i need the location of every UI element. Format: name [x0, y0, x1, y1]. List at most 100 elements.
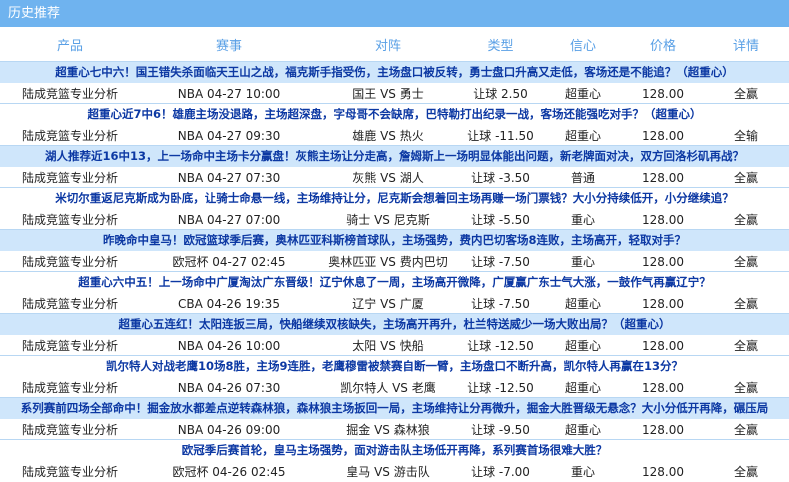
- recommendation-row: 米切尔重返尼克斯成为卧底，让骑士命悬一线，主场维持让分，尼克斯会想着回主场再赚一…: [0, 187, 789, 230]
- result-cell[interactable]: 全赢: [703, 463, 789, 480]
- result-cell[interactable]: 全赢: [703, 85, 789, 102]
- recommendation-title-link[interactable]: 凯尔特人对战老鹰10场8胜，主场9连胜，老鹰穆雷被禁赛自断一臂，主场盘口不断升高…: [0, 355, 789, 377]
- result-cell[interactable]: 全赢: [703, 421, 789, 438]
- match-cell: NBA 04-26 09:00: [177, 422, 281, 437]
- recommendation-details-row: 陆成竞篮专业分析 NBA 04-26 07:30 凯尔特人 VS 老鹰 让球 -12.…: [0, 377, 789, 398]
- price-cell: 128.00: [642, 86, 684, 101]
- bet-type-cell: 让球 -7.00: [471, 465, 530, 479]
- price-cell: 128.00: [642, 380, 684, 395]
- bet-type-cell: 让球 -7.50: [471, 297, 530, 311]
- recommendation-details-row: 陆成竞篮专业分析 NBA 04-27 10:00 国王 VS 勇士 让球 2.50 超重…: [0, 83, 789, 104]
- confidence-cell: 超重心: [564, 297, 601, 311]
- recommendation-row: 超重心七中六！国王错失杀面临天王山之战，福克斯手指受伤，主场盘口被反转，勇士盘口…: [0, 61, 789, 104]
- recommendation-details-row: 陆成竞篮专业分析 NBA 04-27 07:30 灰熊 VS 湖人 让球 -3.50 普…: [0, 167, 789, 188]
- panel-title: 历史推荐: [0, 0, 789, 27]
- result-cell[interactable]: 全赢: [703, 337, 789, 354]
- recommendation-title-link[interactable]: 湖人推荐近16中13，上一场命中主场卡分赢盘！灰熊主场让分走高，詹姆斯上一场明显…: [0, 145, 789, 167]
- product-cell: 陆成竞篮专业分析: [21, 423, 118, 437]
- teams-cell: 凯尔特人 VS 老鹰: [340, 381, 436, 395]
- confidence-cell: 超重心: [564, 129, 601, 143]
- recommendation-title-link[interactable]: 米切尔重返尼克斯成为卧底，让骑士命悬一线，主场维持让分，尼克斯会想着回主场再赚一…: [0, 187, 789, 209]
- recommendation-title-link[interactable]: 系列赛前四场全部命中！掘金放水都差点逆转森林狼，森林狼主场扳回一局，主场维持让分…: [0, 397, 789, 419]
- confidence-cell: 超重心: [564, 423, 601, 437]
- teams-cell: 辽宁 VS 广厦: [352, 297, 424, 311]
- product-cell: 陆成竞篮专业分析: [21, 87, 118, 101]
- bet-type-cell: 让球 -12.50: [467, 381, 534, 395]
- match-cell: NBA 04-27 09:30: [177, 128, 281, 143]
- confidence-cell: 重心: [570, 213, 595, 227]
- column-header-matchup: 对阵: [374, 38, 401, 54]
- recommendation-row: 超重心五连红！太阳连扳三局，快船继续双核缺失，主场高开再升，杜兰特送威少一场大败…: [0, 313, 789, 356]
- match-cell: 欧冠杯 04-26 02:45: [172, 465, 286, 479]
- product-cell: 陆成竞篮专业分析: [21, 381, 118, 395]
- price-cell: 128.00: [642, 464, 684, 479]
- recommendation-row: 欧冠季后赛首轮，皇马主场强势，面对游击队主场低开再降，系列赛首场很难大胜？ 陆成竞…: [0, 439, 789, 482]
- price-cell: 128.00: [642, 170, 684, 185]
- result-cell[interactable]: 全赢: [703, 253, 789, 270]
- bet-type-cell: 让球 -7.50: [471, 255, 530, 269]
- bet-type-cell: 让球 2.50: [473, 87, 528, 101]
- teams-cell: 皇马 VS 游击队: [346, 465, 430, 479]
- confidence-cell: 超重心: [564, 381, 601, 395]
- match-cell: 欧冠杯 04-27 02:45: [172, 255, 286, 269]
- teams-cell: 掘金 VS 森林狼: [346, 423, 430, 437]
- teams-cell: 雄鹿 VS 热火: [352, 129, 424, 143]
- recommendation-title-link[interactable]: 超重心七中六！国王错失杀面临天王山之战，福克斯手指受伤，主场盘口被反转，勇士盘口…: [0, 61, 789, 83]
- price-cell: 128.00: [642, 338, 684, 353]
- recommendation-row: 昨晚命中皇马！欧冠篮球季后赛，奥林匹亚科斯榜首球队，主场强势，费内巴切客场8连败…: [0, 229, 789, 272]
- recommendation-row: 系列赛前四场全部命中！掘金放水都差点逆转森林狼，森林狼主场扳回一局，主场维持让分…: [0, 397, 789, 440]
- recommendation-details-row: 陆成竞篮专业分析 欧冠杯 04-26 02:45 皇马 VS 游击队 让球 -7.00…: [0, 461, 789, 482]
- recommendation-row: 超重心近7中6！雄鹿主场没退路，主场超深盘，字母哥不会缺席，巴特勒打出纪录一战，…: [0, 103, 789, 146]
- product-cell: 陆成竞篮专业分析: [21, 129, 118, 143]
- column-header-price: 价格: [649, 38, 676, 54]
- product-cell: 陆成竞篮专业分析: [21, 465, 118, 479]
- result-cell[interactable]: 全赢: [703, 295, 789, 312]
- recommendation-title-link[interactable]: 超重心五连红！太阳连扳三局，快船继续双核缺失，主场高开再升，杜兰特送威少一场大败…: [0, 313, 789, 335]
- price-cell: 128.00: [642, 254, 684, 269]
- price-cell: 128.00: [642, 296, 684, 311]
- column-header-row: 产品 赛事 对阵 类型 信心 价格 详情: [0, 27, 789, 61]
- bet-type-cell: 让球 -5.50: [471, 213, 530, 227]
- bet-type-cell: 让球 -12.50: [467, 339, 534, 353]
- teams-cell: 骑士 VS 尼克斯: [346, 213, 430, 227]
- confidence-cell: 普通: [570, 171, 595, 185]
- match-cell: NBA 04-26 07:30: [177, 380, 281, 395]
- bet-type-cell: 让球 -9.50: [471, 423, 530, 437]
- recommendation-row: 凯尔特人对战老鹰10场8胜，主场9连胜，老鹰穆雷被禁赛自断一臂，主场盘口不断升高…: [0, 355, 789, 398]
- confidence-cell: 重心: [570, 255, 595, 269]
- recommendation-row: 超重心六中五！上一场命中广厦淘汰广东晋级！辽宁休息了一周，主场高开微降，广厦赢广…: [0, 271, 789, 314]
- bet-type-cell: 让球 -11.50: [467, 129, 534, 143]
- recommendation-details-row: 陆成竞篮专业分析 NBA 04-27 09:30 雄鹿 VS 热火 让球 -11.50…: [0, 125, 789, 146]
- price-cell: 128.00: [642, 422, 684, 437]
- match-cell: NBA 04-26 10:00: [177, 338, 281, 353]
- teams-cell: 灰熊 VS 湖人: [352, 171, 424, 185]
- teams-cell: 奥林匹亚 VS 费内巴切: [328, 255, 448, 269]
- confidence-cell: 重心: [570, 465, 595, 479]
- price-cell: 128.00: [642, 128, 684, 143]
- match-cell: NBA 04-27 07:00: [177, 212, 281, 227]
- recommendation-details-row: 陆成竞篮专业分析 NBA 04-26 09:00 掘金 VS 森林狼 让球 -9.50…: [0, 419, 789, 440]
- confidence-cell: 超重心: [564, 87, 601, 101]
- recommendation-list: 超重心七中六！国王错失杀面临天王山之战，福克斯手指受伤，主场盘口被反转，勇士盘口…: [0, 61, 789, 482]
- match-cell: NBA 04-27 07:30: [177, 170, 281, 185]
- recommendation-row: 湖人推荐近16中13，上一场命中主场卡分赢盘！灰熊主场让分走高，詹姆斯上一场明显…: [0, 145, 789, 188]
- recommendation-title-link[interactable]: 昨晚命中皇马！欧冠篮球季后赛，奥林匹亚科斯榜首球队，主场强势，费内巴切客场8连败…: [0, 229, 789, 251]
- column-header-details: 详情: [732, 38, 759, 54]
- result-cell[interactable]: 全赢: [703, 211, 789, 228]
- column-header-type: 类型: [487, 38, 514, 54]
- recommendation-details-row: 陆成竞篮专业分析 CBA 04-26 19:35 辽宁 VS 广厦 让球 -7.50 超…: [0, 293, 789, 314]
- recommendation-title-link[interactable]: 超重心六中五！上一场命中广厦淘汰广东晋级！辽宁休息了一周，主场高开微降，广厦赢广…: [0, 271, 789, 293]
- result-cell[interactable]: 全赢: [703, 379, 789, 396]
- history-recommendations-panel: 历史推荐 产品 赛事 对阵 类型 信心 价格 详情 超重心七中六！国王错失杀面临…: [0, 0, 789, 482]
- column-header-event: 赛事: [215, 38, 242, 54]
- teams-cell: 太阳 VS 快船: [352, 339, 424, 353]
- price-cell: 128.00: [642, 212, 684, 227]
- recommendation-details-row: 陆成竞篮专业分析 欧冠杯 04-27 02:45 奥林匹亚 VS 费内巴切 让球 -7…: [0, 251, 789, 272]
- recommendation-title-link[interactable]: 欧冠季后赛首轮，皇马主场强势，面对游击队主场低开再降，系列赛首场很难大胜？: [0, 439, 789, 461]
- teams-cell: 国王 VS 勇士: [352, 87, 424, 101]
- result-cell[interactable]: 全赢: [703, 169, 789, 186]
- result-cell[interactable]: 全输: [703, 127, 789, 144]
- recommendation-title-link[interactable]: 超重心近7中6！雄鹿主场没退路，主场超深盘，字母哥不会缺席，巴特勒打出纪录一战，…: [0, 103, 789, 125]
- product-cell: 陆成竞篮专业分析: [21, 213, 118, 227]
- product-cell: 陆成竞篮专业分析: [21, 297, 118, 311]
